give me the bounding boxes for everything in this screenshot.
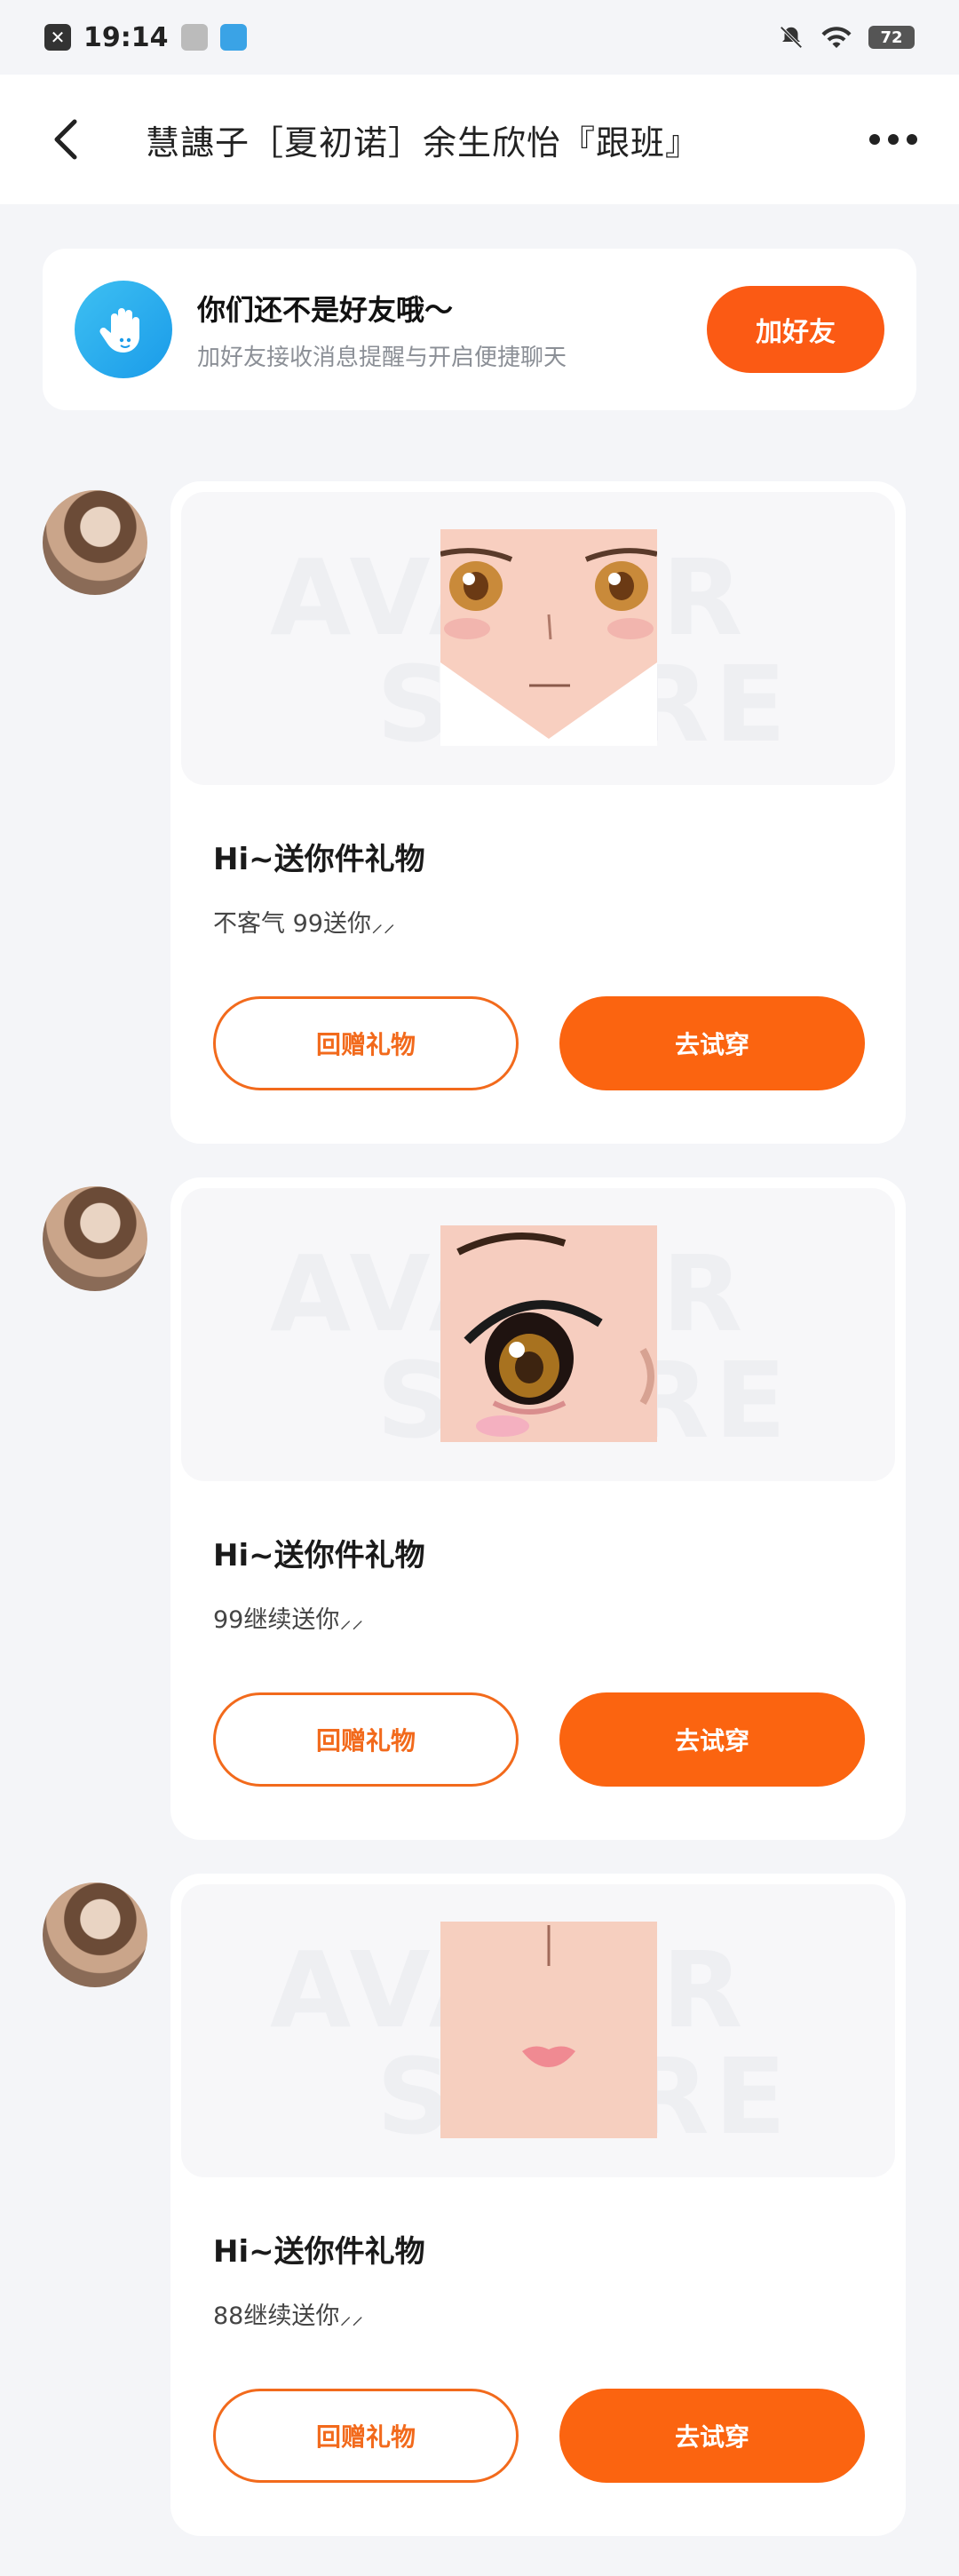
- add-friend-text: 你们还不是好友哦～ 加好友接收消息提醒与开启便捷聊天: [197, 288, 707, 372]
- add-friend-button[interactable]: 加好友: [707, 286, 884, 373]
- return-gift-button[interactable]: 回赠礼物: [213, 1692, 519, 1787]
- back-arrow-icon[interactable]: [39, 113, 92, 166]
- try-on-button[interactable]: 去试穿: [559, 1692, 865, 1787]
- gift-message-card: AVATAR STORE Hi~送你件礼物 99继续送你⸝⸝ 回赠礼物 去试穿: [170, 1177, 906, 1840]
- chat-header: 慧譓子［夏初诺］余生欣怡『跟班』: [0, 75, 959, 204]
- lips-thumbnail-image: [440, 1922, 657, 2138]
- eye-thumbnail-image: [440, 1225, 657, 1442]
- hand-wave-icon: [75, 281, 172, 378]
- gift-preview[interactable]: AVATAR STORE: [181, 1884, 895, 2177]
- gift-title: Hi~送你件礼物: [213, 2234, 425, 2270]
- gift-title: Hi~送你件礼物: [213, 842, 425, 877]
- add-friend-banner: 你们还不是好友哦～ 加好友接收消息提醒与开启便捷聊天 加好友: [43, 249, 916, 410]
- gift-preview[interactable]: AVATAR STORE: [181, 492, 895, 785]
- status-time: 19:14: [83, 21, 169, 53]
- wifi-icon: [821, 27, 852, 48]
- gift-message-text: 88继续送你⸝⸝: [213, 2303, 364, 2330]
- try-on-button[interactable]: 去试穿: [559, 996, 865, 1090]
- status-left: ✕ 19:14: [44, 22, 247, 53]
- add-friend-title: 你们还不是好友哦～: [197, 292, 454, 327]
- gift-title: Hi~送你件礼物: [213, 1538, 425, 1573]
- status-right: 72: [778, 24, 915, 51]
- return-gift-button[interactable]: 回赠礼物: [213, 2389, 519, 2483]
- app-notification-icon-3: [219, 24, 247, 51]
- add-friend-subtitle: 加好友接收消息提醒与开启便捷聊天: [197, 344, 567, 371]
- gift-preview[interactable]: AVATAR STORE: [181, 1188, 895, 1481]
- sender-avatar[interactable]: [43, 1882, 147, 1987]
- gift-message-text: 不客气 99送你⸝⸝: [213, 910, 395, 938]
- app-notification-icon: ✕: [44, 24, 71, 51]
- chat-title: 慧譓子［夏初诺］余生欣怡『跟班』: [146, 123, 701, 162]
- return-gift-button[interactable]: 回赠礼物: [213, 996, 519, 1090]
- gift-message-card: AVATAR STORE Hi~送你件礼物 不客气 99送你⸝⸝ 回赠礼物 去试…: [170, 481, 906, 1144]
- status-bar: ✕ 19:14 72: [0, 0, 959, 75]
- sender-avatar[interactable]: [43, 1186, 147, 1291]
- try-on-button[interactable]: 去试穿: [559, 2389, 865, 2483]
- mute-bell-icon: [780, 26, 803, 49]
- sender-avatar[interactable]: [43, 490, 147, 595]
- battery-indicator: 72: [868, 26, 915, 49]
- gift-message-text: 99继续送你⸝⸝: [213, 1606, 364, 1634]
- face-thumbnail-image: [440, 529, 657, 746]
- gift-message-card: AVATAR STORE Hi~送你件礼物 88继续送你⸝⸝ 回赠礼物 去试穿: [170, 1874, 906, 2536]
- app-notification-icon-2: [180, 24, 208, 51]
- more-options-icon[interactable]: [867, 122, 920, 157]
